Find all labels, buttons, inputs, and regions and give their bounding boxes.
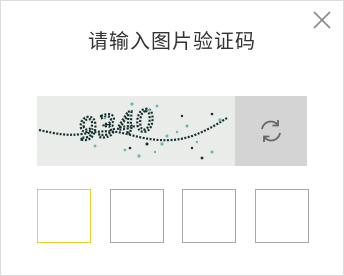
captcha-image: 9340 xyxy=(37,96,235,166)
code-input-3[interactable] xyxy=(182,189,237,243)
code-input-2[interactable] xyxy=(109,189,164,243)
code-input-4[interactable] xyxy=(254,189,309,243)
refresh-captcha-button[interactable] xyxy=(235,96,307,166)
code-inputs xyxy=(37,189,309,245)
captcha-area: 9340 xyxy=(37,96,307,166)
captcha-text: 9340 xyxy=(77,103,157,148)
dialog-title: 请输入图片验证码 xyxy=(88,29,256,53)
refresh-icon xyxy=(261,120,281,142)
captcha-dialog: 请输入图片验证码 9340 xyxy=(0,0,344,276)
code-input-1[interactable] xyxy=(37,189,91,243)
